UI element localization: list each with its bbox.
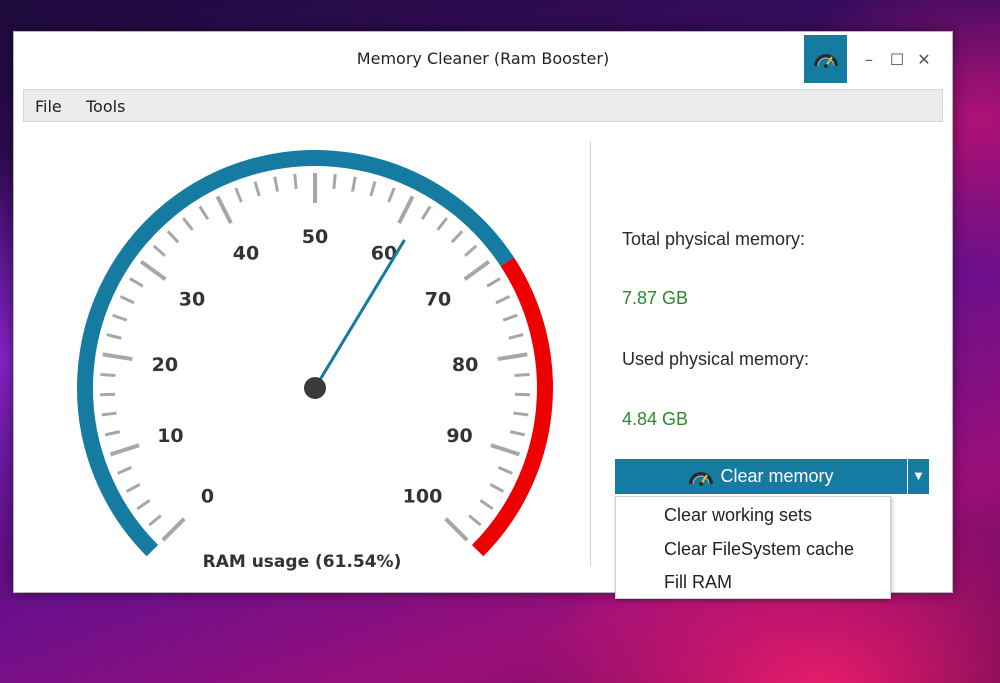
gauge-minor-tick — [129, 277, 144, 288]
gauge-minor-tick — [125, 483, 141, 493]
gauge-minor-tick — [436, 217, 448, 231]
gauge-minor-tick — [387, 187, 396, 203]
gauge-minor-tick — [148, 514, 162, 527]
gauge-minor-tick — [450, 230, 464, 244]
gauge-minor-tick — [513, 411, 529, 417]
gauge-minor-tick — [117, 466, 133, 475]
total-memory-label: Total physical memory: — [622, 229, 806, 249]
total-memory-value: 7.87 GB — [622, 288, 689, 308]
menu-item-clear-filesystem-cache[interactable]: Clear FileSystem cache — [664, 539, 854, 560]
panel-divider — [590, 141, 591, 566]
caret-down-icon: ▼ — [914, 471, 923, 482]
gauge-major-tick — [109, 443, 140, 457]
clear-memory-dropdown: Clear working sets Clear FileSystem cach… — [615, 496, 891, 599]
gauge-major-tick — [397, 195, 415, 225]
gauge-minor-tick — [136, 499, 151, 511]
gauge-tick-label: 70 — [425, 289, 451, 311]
menu-file[interactable]: File — [35, 97, 62, 116]
gauge-major-tick — [444, 517, 469, 542]
gauge-caption: RAM usage (61.54%) — [202, 552, 402, 572]
maximize-button[interactable]: ☐ — [884, 46, 910, 72]
clear-memory-dropdown-toggle[interactable]: ▼ — [907, 459, 929, 494]
gauge-normal-band — [77, 150, 514, 557]
gauge-minor-tick — [486, 277, 501, 288]
menu-item-fill-ram[interactable]: Fill RAM — [664, 572, 732, 593]
gauge-minor-tick — [100, 373, 116, 377]
clear-memory-label: Clear memory — [720, 466, 834, 486]
minimize-button[interactable]: – — [856, 46, 882, 72]
gauge-major-tick — [139, 260, 167, 281]
gauge-tick-label: 30 — [179, 289, 205, 311]
gauge-minor-tick — [104, 430, 121, 437]
gauge-tick-label: 90 — [446, 425, 472, 447]
gauge-minor-tick — [420, 205, 432, 220]
gauge-minor-tick — [182, 217, 194, 231]
gauge-minor-tick — [508, 333, 524, 340]
speedometer-icon — [804, 35, 847, 83]
clear-memory-button[interactable]: Clear memory — [615, 459, 907, 494]
used-memory-label: Used physical memory: — [622, 349, 810, 369]
used-memory-value: 4.84 GB — [622, 409, 689, 429]
gauge-tick-label: 100 — [403, 485, 443, 507]
gauge-minor-tick — [152, 244, 166, 257]
gauge-minor-tick — [351, 176, 357, 192]
app-window: Memory Cleaner (Ram Booster) – ☐ ✕ File … — [13, 31, 953, 599]
gauge-minor-tick — [495, 295, 511, 305]
gauge-major-tick — [463, 260, 491, 281]
gauge-minor-tick — [293, 173, 298, 190]
maximize-icon: ☐ — [889, 49, 905, 69]
gauge-minor-tick — [101, 411, 117, 417]
close-icon: ✕ — [917, 49, 931, 69]
ram-usage-gauge: 0102030405060708090100 — [77, 150, 553, 557]
gauge-needle — [313, 239, 406, 389]
gauge-minor-tick — [468, 514, 482, 527]
gauge-minor-tick — [464, 244, 478, 257]
clear-memory-split-button: Clear memory ▼ — [615, 459, 929, 494]
gauge-minor-tick — [166, 230, 180, 244]
gauge-tick-label: 50 — [302, 226, 328, 248]
gauge-minor-tick — [253, 181, 261, 197]
gauge-minor-tick — [489, 483, 505, 493]
gauge-minor-tick — [119, 295, 135, 305]
gauge-minor-tick — [198, 205, 210, 220]
gauge-minor-tick — [509, 430, 526, 437]
speedometer-icon — [688, 468, 714, 486]
gauge-major-tick — [102, 352, 133, 362]
gauge-minor-tick — [502, 313, 518, 322]
gauge-danger-band — [471, 257, 553, 557]
gauge-minor-tick — [479, 499, 494, 511]
gauge-tick-label: 0 — [201, 485, 214, 507]
gauge-minor-tick — [106, 333, 122, 340]
gauge-minor-tick — [112, 313, 128, 322]
gauge-major-tick — [161, 517, 186, 542]
gauge-major-tick — [490, 443, 521, 457]
gauge-tick-label: 40 — [233, 243, 259, 265]
gauge-minor-tick — [497, 466, 513, 475]
minimize-icon: – — [865, 49, 873, 69]
title-bar[interactable]: Memory Cleaner (Ram Booster) – ☐ ✕ — [14, 32, 952, 86]
gauge-minor-tick — [234, 187, 243, 203]
gauge-minor-tick — [514, 373, 530, 377]
close-button[interactable]: ✕ — [911, 46, 937, 72]
gauge-major-tick — [215, 195, 233, 225]
gauge-needle-hub — [304, 377, 326, 399]
gauge-minor-tick — [273, 176, 279, 192]
gauge-tick-label: 80 — [452, 354, 478, 376]
gauge-tick-label: 20 — [152, 354, 178, 376]
gauge-major-tick — [497, 352, 528, 362]
menu-tools[interactable]: Tools — [86, 97, 125, 116]
gauge-minor-tick — [332, 173, 337, 190]
gauge-minor-tick — [369, 181, 377, 197]
menu-item-clear-working-sets[interactable]: Clear working sets — [664, 505, 812, 526]
gauge-tick-label: 10 — [157, 425, 183, 447]
menu-bar: File Tools — [23, 89, 943, 122]
